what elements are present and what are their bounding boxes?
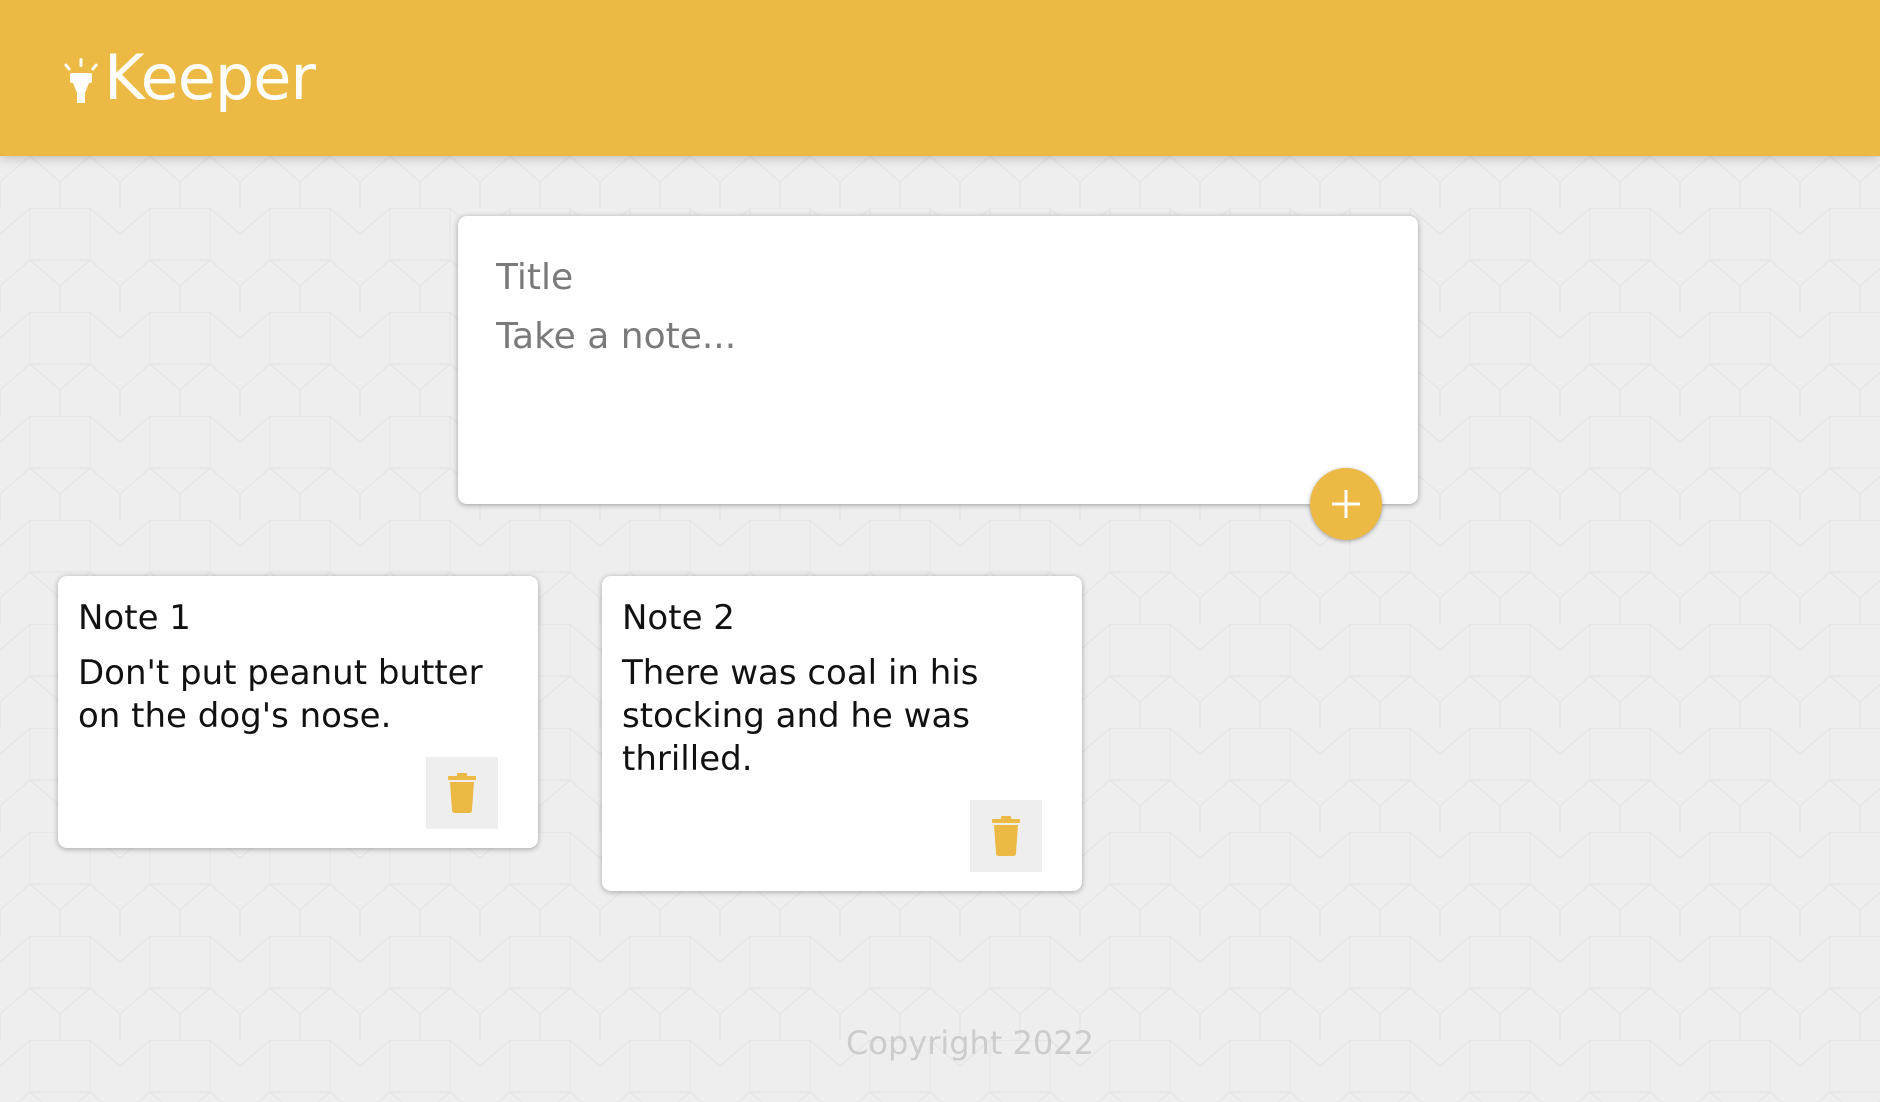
app-title: Keeper [104, 41, 316, 114]
note-card: Note 2 There was coal in his stocking an… [602, 576, 1082, 891]
note-card: Note 1 Don't put peanut butter on the do… [58, 576, 538, 848]
add-icon [1332, 490, 1360, 518]
note-title-input[interactable] [496, 254, 1376, 300]
delete-note-button[interactable] [426, 757, 498, 829]
create-note-form [458, 216, 1418, 504]
note-title: Note 1 [78, 598, 191, 638]
note-content: Don't put peanut butter on the dog's nos… [78, 653, 483, 736]
delete-note-button[interactable] [970, 800, 1042, 872]
footer: Copyright 2022 [0, 1024, 1880, 1062]
note-title: Note 2 [622, 598, 735, 638]
trash-icon [992, 816, 1020, 856]
app-header: Keeper [0, 0, 1880, 156]
note-content-input[interactable] [496, 316, 1376, 466]
copyright-text: Copyright 2022 [846, 1024, 1094, 1062]
trash-icon [448, 773, 476, 813]
background-pattern [0, 0, 1880, 1102]
highlight-icon [64, 58, 98, 103]
add-note-button[interactable] [1310, 468, 1382, 540]
note-content: There was coal in his stocking and he wa… [622, 653, 979, 779]
brand: Keeper [62, 38, 316, 118]
